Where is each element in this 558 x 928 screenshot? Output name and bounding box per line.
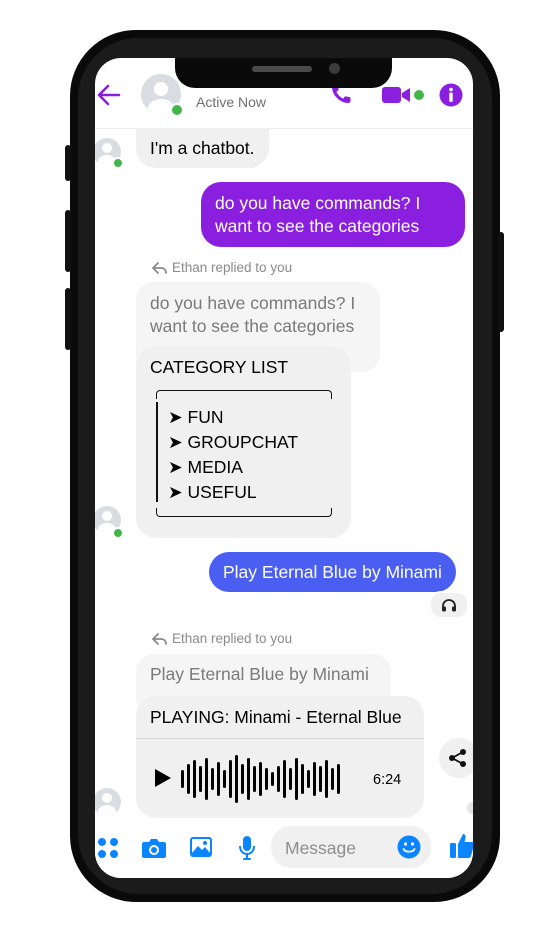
menu-dots-icon[interactable] <box>97 837 119 859</box>
online-indicator <box>112 157 124 169</box>
emoji-icon[interactable] <box>397 835 421 859</box>
active-status: Active Now <box>196 94 267 110</box>
image-icon[interactable] <box>189 836 213 858</box>
composer-bar: Message <box>95 818 473 878</box>
bullet-arrow-icon: ➤ <box>168 432 183 452</box>
audio-duration: 6:24 <box>373 772 402 788</box>
message-text: do you have commands? I want to see the … <box>215 193 421 236</box>
camera-icon[interactable] <box>141 836 167 860</box>
front-camera <box>329 63 340 74</box>
outgoing-message[interactable]: do you have commands? I want to see the … <box>201 182 465 247</box>
message-text: I'm a chatbot. <box>150 137 255 158</box>
category-item: ➤ GROUPCHAT <box>168 431 298 454</box>
share-button[interactable] <box>439 738 473 778</box>
reply-note-text: Ethan replied to you <box>172 260 293 275</box>
outgoing-message[interactable]: Play Eternal Blue by Minami <box>209 552 456 592</box>
video-active-dot <box>414 90 424 100</box>
notch <box>175 58 392 88</box>
sender-avatar[interactable] <box>95 788 121 816</box>
side-button-power <box>498 232 504 332</box>
microphone-icon[interactable] <box>238 835 256 861</box>
online-indicator <box>170 103 184 117</box>
share-icon <box>449 749 466 767</box>
reply-note-text: Ethan replied to you <box>172 631 293 646</box>
audio-divider <box>136 738 424 739</box>
side-button-volume-down <box>65 288 71 350</box>
reaction-badge[interactable] <box>429 591 469 619</box>
category-item: ➤ USEFUL <box>168 481 257 504</box>
bullet-arrow-icon: ➤ <box>168 407 183 427</box>
headphones-icon <box>442 599 456 612</box>
reply-icon <box>152 261 167 274</box>
category-label: MEDIA <box>187 457 243 477</box>
message-input[interactable]: Message <box>271 826 431 868</box>
category-item: ➤ FUN <box>168 406 224 429</box>
bullet-arrow-icon: ➤ <box>168 482 183 502</box>
incoming-message[interactable]: I'm a chatbot. <box>136 128 269 168</box>
reply-indicator: Ethan replied to you <box>152 631 292 646</box>
thumbs-up-icon[interactable] <box>449 832 473 860</box>
category-label: FUN <box>187 407 224 427</box>
category-item: ➤ MEDIA <box>168 456 243 479</box>
speaker <box>252 66 312 72</box>
message-text: Play Eternal Blue by Minami <box>223 561 442 582</box>
now-playing-title: PLAYING: Minami - Eternal Blue <box>150 707 402 727</box>
audio-message[interactable]: PLAYING: Minami - Eternal Blue 6:24 <box>136 696 424 818</box>
audio-waveform <box>181 754 351 804</box>
reply-icon <box>152 632 167 645</box>
online-indicator <box>112 527 124 539</box>
category-label: USEFUL <box>187 482 257 502</box>
quoted-text: do you have commands? I want to see the … <box>150 293 356 336</box>
play-icon[interactable] <box>154 768 172 788</box>
chat-screen: Active Now I'm a chatbot. do you have co… <box>95 58 473 878</box>
category-list-title: CATEGORY LIST <box>150 357 289 377</box>
side-button-silent <box>65 145 71 181</box>
info-icon[interactable] <box>439 83 463 107</box>
seen-indicator <box>467 802 473 814</box>
back-arrow-icon[interactable] <box>97 84 121 106</box>
category-list-message[interactable]: CATEGORY LIST ➤ FUN ➤ GROUPCHAT ➤ MEDIA … <box>136 346 351 538</box>
video-camera-icon[interactable] <box>381 85 413 105</box>
quoted-text: Play Eternal Blue by Minami <box>150 664 369 684</box>
category-box-bottom <box>156 508 332 517</box>
category-box-left <box>156 402 158 502</box>
message-placeholder: Message <box>285 838 357 858</box>
reply-indicator: Ethan replied to you <box>152 260 292 275</box>
category-label: GROUPCHAT <box>187 432 299 452</box>
bullet-arrow-icon: ➤ <box>168 457 183 477</box>
category-box-top <box>156 390 332 399</box>
side-button-volume-up <box>65 210 71 272</box>
